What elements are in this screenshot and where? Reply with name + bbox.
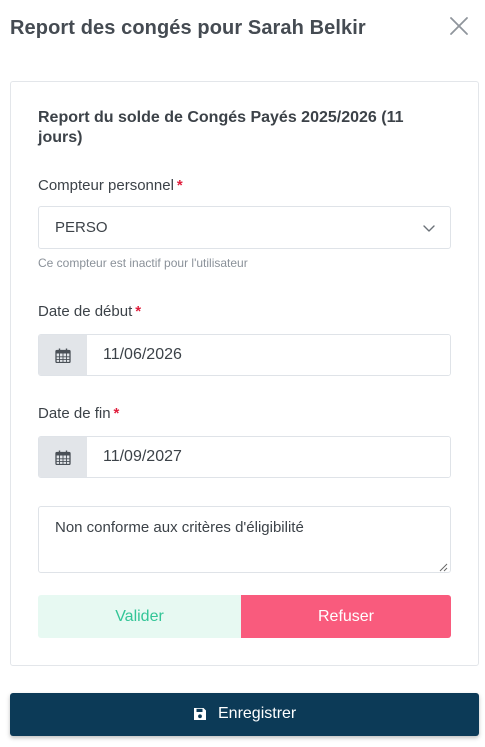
start-date-label: Date de début * — [38, 303, 141, 320]
counter-select[interactable]: PERSO — [38, 206, 451, 249]
start-date-field — [38, 334, 451, 376]
calendar-icon — [55, 450, 71, 465]
counter-select-value: PERSO — [55, 219, 108, 236]
counter-label-text: Compteur personnel — [38, 177, 174, 194]
end-date-field — [38, 436, 451, 478]
start-date-input[interactable] — [87, 335, 450, 375]
end-date-calendar-button[interactable] — [39, 437, 87, 477]
modal-header: Report des congés pour Sarah Belkir — [10, 14, 475, 46]
close-button[interactable] — [447, 14, 471, 38]
required-mark: * — [113, 405, 120, 422]
start-date-label-text: Date de début — [38, 303, 133, 320]
required-mark: * — [176, 177, 183, 194]
required-mark: * — [135, 303, 142, 320]
card-title: Report du solde de Congés Payés 2025/202… — [38, 109, 404, 146]
report-form-card: Report du solde de Congés Payés 2025/202… — [10, 81, 479, 666]
report-leave-modal: Report des congés pour Sarah Belkir Repo… — [0, 0, 485, 747]
counter-label: Compteur personnel * — [38, 177, 183, 194]
close-icon[interactable] — [447, 14, 471, 38]
chevron-down-icon — [423, 225, 435, 232]
end-date-label-text: Date de fin — [38, 405, 111, 422]
resize-grip-icon[interactable] — [438, 562, 448, 572]
counter-help-text: Ce compteur est inactif pour l'utilisate… — [38, 256, 248, 270]
comment-textarea[interactable]: Non conforme aux critères d'éligibilité — [38, 506, 451, 573]
start-date-calendar-button[interactable] — [39, 335, 87, 375]
floppy-disk-icon — [194, 708, 206, 720]
save-button-label: Enregistrer — [218, 705, 297, 722]
validate-button[interactable]: Valider — [38, 595, 241, 638]
end-date-label: Date de fin * — [38, 405, 119, 422]
modal-title: Report des congés pour Sarah Belkir — [10, 17, 366, 39]
refuse-button[interactable]: Refuser — [241, 595, 451, 638]
calendar-icon — [55, 348, 71, 363]
end-date-input[interactable] — [87, 437, 450, 477]
save-button[interactable]: Enregistrer — [10, 693, 479, 736]
